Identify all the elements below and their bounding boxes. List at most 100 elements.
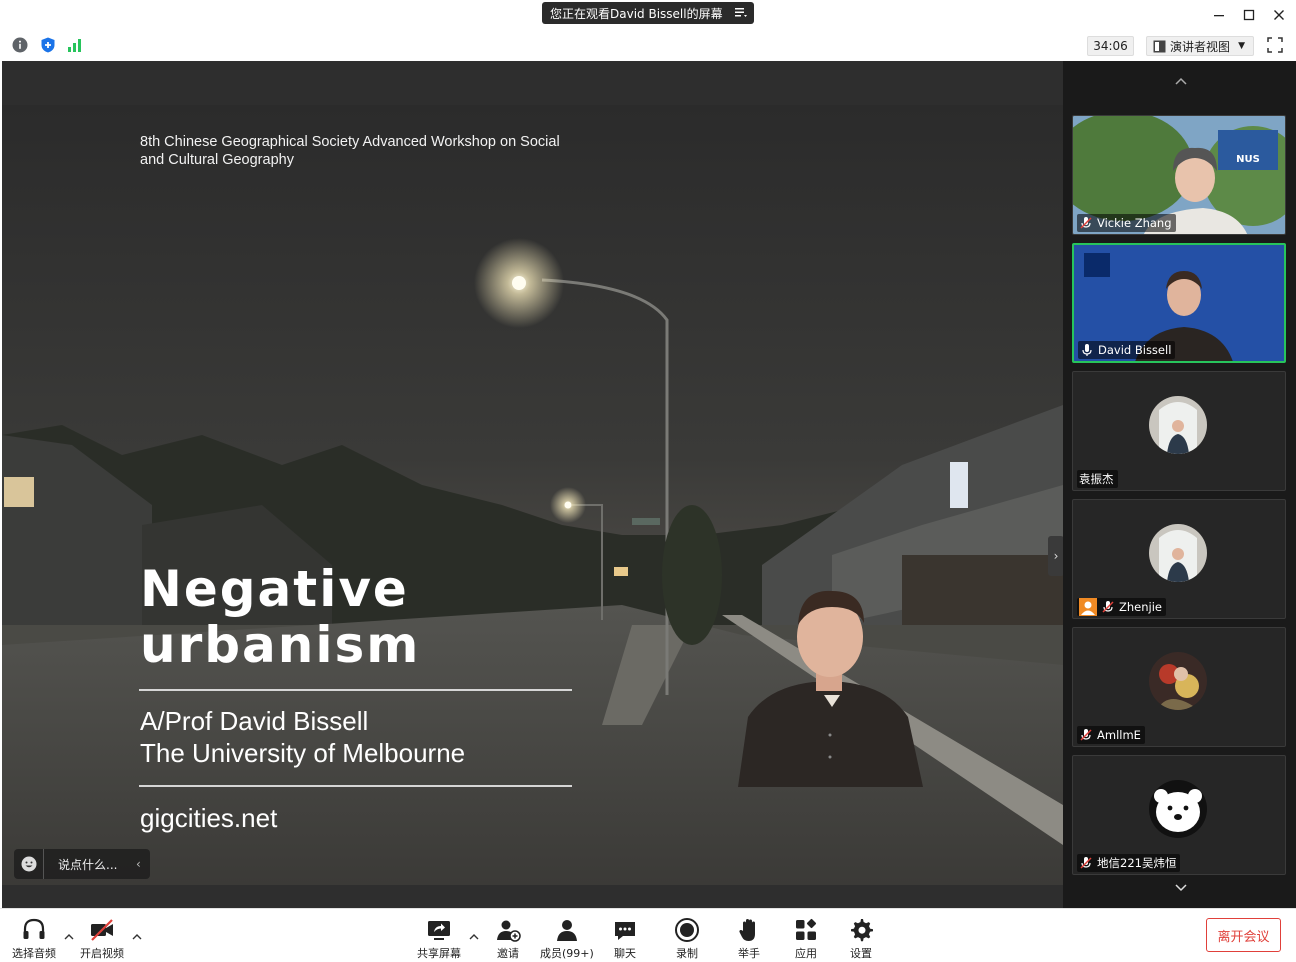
participant-name: David Bissell — [1098, 343, 1172, 357]
mic-muted-icon — [1080, 217, 1092, 229]
participant-name-tag: Vickie Zhang — [1077, 214, 1176, 232]
leave-meeting-button[interactable]: 离开会议 — [1206, 918, 1281, 952]
participant-name-tag: AmllmE — [1077, 726, 1145, 744]
participant-name: Vickie Zhang — [1097, 216, 1172, 230]
svg-text:NUS: NUS — [1236, 154, 1260, 165]
invite-button[interactable]: 邀请 — [495, 917, 521, 961]
members-button[interactable]: 成员(99+) — [540, 917, 594, 961]
share-banner-label: 您正在观看David Bissell的屏幕 — [550, 6, 723, 21]
mic-muted-icon — [1080, 729, 1092, 741]
video-button[interactable]: 开启视频 — [80, 917, 124, 961]
gallery-scroll-down[interactable] — [1146, 878, 1216, 898]
share-screen-label: 共享屏幕 — [417, 947, 461, 960]
info-icon[interactable] — [12, 37, 28, 53]
view-mode-label: 演讲者视图 — [1170, 39, 1231, 54]
members-icon — [556, 920, 577, 941]
maximize-icon — [1243, 9, 1255, 21]
raise-hand-button[interactable]: 举手 — [736, 917, 762, 961]
slide-subtitle: 8th Chinese Geographical Society Advance… — [140, 134, 560, 168]
video-label: 开启视频 — [80, 947, 124, 960]
slide-author-name: A/Prof David Bissell — [140, 706, 369, 736]
record-icon — [675, 918, 699, 942]
share-screen-icon — [428, 921, 450, 940]
members-label: 成员(99+) — [540, 947, 594, 960]
slide-divider — [139, 785, 572, 787]
audio-options-caret[interactable] — [63, 931, 75, 943]
gear-icon — [851, 919, 873, 942]
chat-icon — [615, 922, 635, 940]
participant-tile[interactable]: AmllmE — [1072, 627, 1286, 747]
presenter-video-overlay — [738, 590, 923, 787]
settings-label: 设置 — [850, 947, 872, 960]
chat-button[interactable]: 聊天 — [612, 917, 638, 961]
record-button[interactable]: 录制 — [674, 917, 700, 961]
participant-avatar — [1149, 396, 1207, 454]
meeting-window: 您正在观看David Bissell的屏幕 34:06 演讲者视图 ▼ 8th … — [0, 0, 1296, 962]
chevron-down-icon — [1175, 884, 1187, 892]
participant-name-tag: 袁振杰 — [1077, 470, 1118, 488]
participant-tile[interactable]: 地信221吴炜恒 — [1072, 755, 1286, 875]
meeting-timer: 34:06 — [1087, 36, 1134, 56]
participant-name-tag: Zhenjie — [1077, 598, 1166, 616]
participant-gallery: NUS Vickie Zhang David Bissell 袁振杰 Zhenj… — [1063, 61, 1296, 908]
settings-button[interactable]: 设置 — [848, 917, 874, 961]
mic-muted-icon — [1102, 601, 1114, 613]
invite-user-icon — [497, 920, 521, 942]
chevron-up-icon — [1175, 77, 1187, 85]
raise-hand-icon — [739, 919, 755, 941]
chevron-right-icon: › — [1053, 549, 1059, 563]
apps-icon — [796, 918, 817, 940]
chevron-left-icon[interactable]: ‹ — [136, 857, 150, 871]
video-options-caret[interactable] — [131, 931, 143, 943]
participant-tile-active[interactable]: David Bissell — [1072, 243, 1286, 363]
apps-label: 应用 — [795, 947, 817, 960]
signal-strength-icon[interactable] — [67, 37, 83, 53]
participant-name: AmllmE — [1097, 728, 1141, 742]
participant-avatar — [1149, 652, 1207, 710]
collapse-gallery-button[interactable]: › — [1048, 536, 1063, 576]
presentation-slide: 8th Chinese Geographical Society Advance… — [2, 105, 1063, 885]
minimize-icon — [1214, 15, 1224, 17]
participant-name-tag: David Bissell — [1078, 341, 1176, 359]
shared-screen: 8th Chinese Geographical Society Advance… — [2, 61, 1063, 908]
participant-name: Zhenjie — [1119, 600, 1162, 614]
view-mode-dropdown[interactable]: 演讲者视图 ▼ — [1146, 36, 1254, 56]
headset-icon — [23, 918, 45, 939]
share-options-caret[interactable] — [468, 931, 480, 943]
slide-title: Negative urbanism — [140, 561, 420, 673]
meeting-controls: 选择音频 开启视频 共享屏幕 邀请 成员(99+) 聊天 录制 举手 应用 设置… — [0, 908, 1296, 962]
video-off-icon — [91, 919, 113, 941]
participant-tile[interactable]: NUS Vickie Zhang — [1072, 115, 1286, 235]
chat-placeholder: 说点什么... — [58, 857, 118, 872]
mic-on-icon — [1082, 344, 1092, 356]
record-label: 录制 — [676, 947, 698, 960]
participant-tile[interactable]: 袁振杰 — [1072, 371, 1286, 491]
participant-tile[interactable]: Zhenjie — [1072, 499, 1286, 619]
emoji-icon[interactable] — [14, 849, 44, 879]
participant-avatar — [1149, 780, 1207, 838]
speaker-view-icon — [1153, 40, 1166, 52]
security-shield-icon[interactable] — [40, 37, 56, 53]
raise-hand-label: 举手 — [738, 947, 760, 960]
banner-menu-icon[interactable] — [734, 5, 748, 19]
maximize-button[interactable] — [1238, 4, 1260, 26]
mic-muted-icon — [1080, 857, 1092, 869]
share-screen-button[interactable]: 共享屏幕 — [417, 917, 461, 961]
participant-name: 地信221吴炜恒 — [1097, 856, 1177, 870]
minimize-button[interactable] — [1208, 4, 1230, 26]
participant-name: 袁振杰 — [1079, 472, 1114, 486]
fullscreen-icon[interactable] — [1267, 37, 1283, 53]
slide-title-line2: urbanism — [140, 616, 421, 674]
screen-share-banner[interactable]: 您正在观看David Bissell的屏幕 — [542, 2, 754, 24]
participant-avatar — [1149, 524, 1207, 582]
chat-label: 聊天 — [614, 947, 636, 960]
apps-button[interactable]: 应用 — [793, 917, 819, 961]
slide-title-line1: Negative — [140, 560, 409, 618]
title-bar: 您正在观看David Bissell的屏幕 — [0, 0, 1296, 30]
close-button[interactable] — [1268, 4, 1290, 26]
chat-quick-input[interactable]: 说点什么... ‹ — [14, 849, 150, 879]
audio-button[interactable]: 选择音频 — [12, 917, 56, 961]
user-avatar-icon — [1079, 598, 1097, 616]
audio-label: 选择音频 — [12, 947, 56, 960]
gallery-scroll-up[interactable] — [1146, 71, 1216, 91]
